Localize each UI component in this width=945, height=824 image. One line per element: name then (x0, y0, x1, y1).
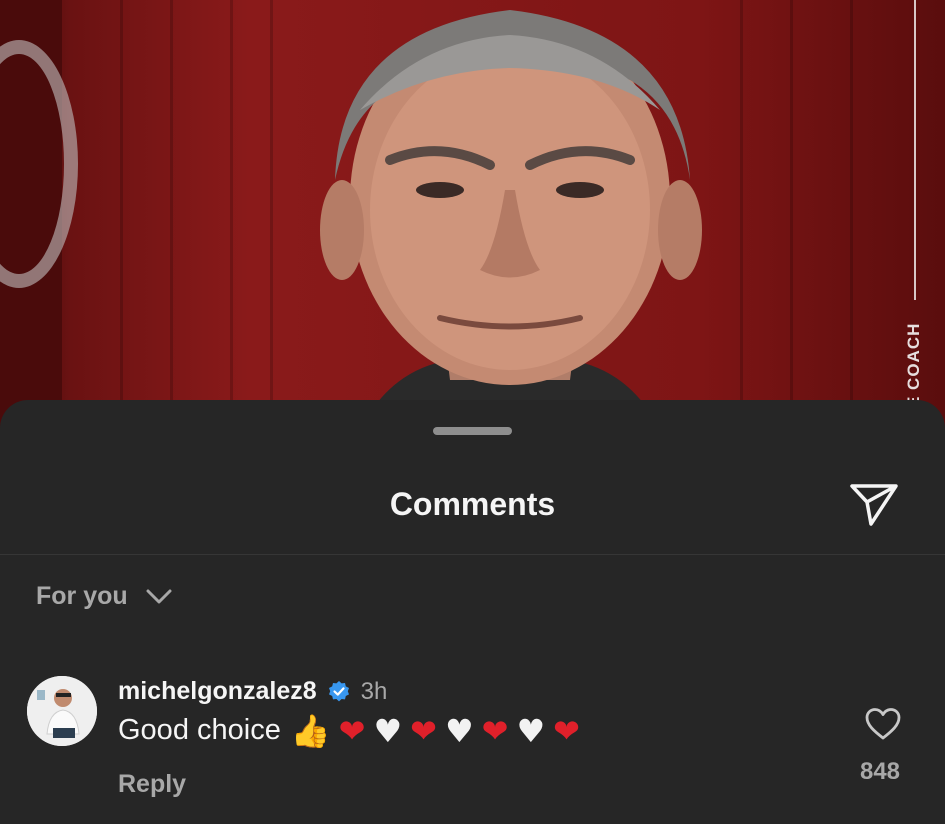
thumbs-up-emoji: 👍 (290, 711, 331, 750)
sheet-title: Comments (389, 486, 556, 522)
sheet-drag-handle[interactable] (433, 427, 512, 435)
heart-outline-icon (865, 708, 901, 740)
white-heart-emoji: ♥ (444, 711, 474, 750)
filter-label: For you (36, 582, 128, 610)
coach-portrait (320, 10, 702, 430)
crest-graphic (0, 0, 78, 430)
verified-badge-icon (328, 680, 349, 701)
red-heart-emoji: ❤ (338, 711, 366, 750)
red-heart-emoji: ❤ (410, 711, 437, 750)
post-side-text: E COACH (904, 322, 923, 408)
avatar[interactable] (27, 676, 97, 746)
sheet-header: Comments (0, 460, 945, 555)
divider-line (914, 0, 916, 300)
white-heart-emoji: ♥ (516, 711, 546, 750)
username[interactable]: michelgonzalez8 (118, 677, 317, 706)
like-count: 848 (859, 758, 901, 785)
avatar-image (27, 676, 97, 746)
paper-plane-icon (850, 484, 898, 526)
comment-text: Good choice (118, 714, 281, 746)
comment-item: michelgonzalez8 3h Good choice 👍 ❤ ♥ ❤ ♥… (0, 670, 945, 820)
share-button[interactable] (846, 480, 902, 530)
white-heart-emoji: ♥ (373, 711, 403, 750)
comment-body: Good choice 👍 ❤ ♥ ❤ ♥ ❤ ♥ ❤ (118, 714, 588, 747)
comments-sheet: Comments For you michelgonzalez8 3h Good… (0, 400, 945, 824)
comment-time: 3h (360, 677, 388, 705)
reply-button[interactable]: Reply (118, 770, 186, 799)
red-heart-emoji: ❤ (481, 711, 509, 750)
red-heart-emoji: ❤ (553, 711, 580, 750)
comment-header: michelgonzalez8 3h (118, 677, 387, 706)
chevron-down-icon (146, 589, 172, 603)
post-image: E COACH (0, 0, 945, 430)
comment-filter-dropdown[interactable]: For you (36, 582, 172, 611)
like-button[interactable] (860, 704, 906, 744)
